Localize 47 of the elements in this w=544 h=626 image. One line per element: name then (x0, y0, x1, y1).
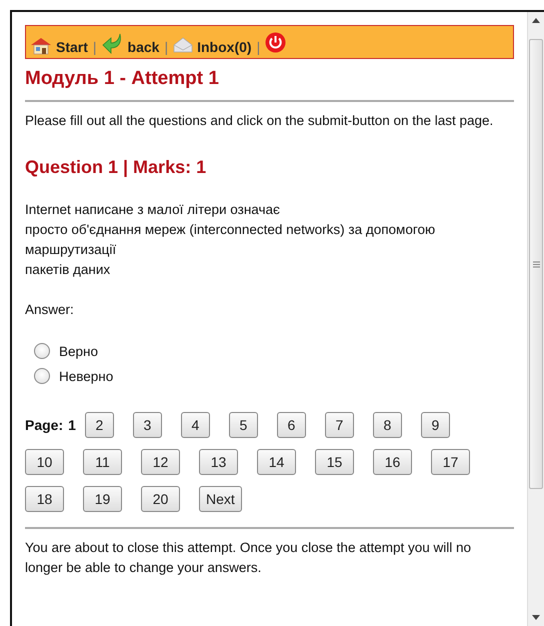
house-icon (30, 37, 52, 55)
page-button[interactable]: 20 (141, 486, 180, 512)
page-label: Page: (25, 417, 64, 433)
option-label: Неверно (59, 368, 114, 384)
nav-link[interactable]: Inbox(0) (173, 37, 252, 55)
answer-label: Answer: (25, 302, 75, 317)
scroll-down-icon[interactable] (532, 615, 540, 620)
page-button[interactable]: 19 (83, 486, 122, 512)
page-button[interactable]: 13 (199, 449, 238, 475)
page-button[interactable]: 14 (257, 449, 296, 475)
scrollbar[interactable] (527, 12, 544, 626)
instructions-text: Please fill out all the questions and click on the submit-button on the last page. (25, 112, 494, 130)
page-button[interactable]: 2 (84, 412, 114, 438)
page-button[interactable]: 11 (83, 449, 122, 475)
radio-button[interactable] (34, 368, 50, 384)
page-button[interactable]: 6 (276, 412, 306, 438)
next-button[interactable]: Next (199, 486, 242, 512)
page-button[interactable]: 17 (431, 449, 470, 475)
page-button[interactable]: 9 (420, 412, 450, 438)
scrollbar-thumb[interactable] (529, 39, 543, 489)
page-button[interactable]: 5 (228, 412, 258, 438)
page-button[interactable]: 18 (25, 486, 64, 512)
separator: | (164, 39, 168, 55)
separator: | (92, 39, 97, 55)
scroll-up-icon[interactable] (532, 18, 540, 23)
current-page: 1 (68, 417, 76, 433)
page-button[interactable]: 16 (373, 449, 412, 475)
page-button[interactable]: 3 (132, 412, 162, 438)
back-arrow-icon (102, 33, 124, 55)
page-button[interactable]: 7 (324, 412, 354, 438)
envelope-icon (173, 37, 194, 55)
power-icon[interactable] (265, 32, 286, 53)
option-label: Верно (59, 344, 98, 358)
page-button[interactable]: 12 (141, 449, 180, 475)
nav-link[interactable]: back (102, 33, 160, 55)
separator: | (256, 39, 260, 55)
page-title: Модуль 1 - Attempt 1 (25, 68, 220, 90)
question-text: пакетів даних (25, 261, 112, 279)
question-heading: Question 1 | Marks: 1 (25, 157, 208, 178)
page-button[interactable]: 4 (180, 412, 210, 438)
close-notice: You are about to close this attempt. Once you close the attempt you will no longer be able to change your answers. (25, 539, 472, 577)
page-button[interactable]: 15 (315, 449, 354, 475)
question-text: Internet написане з малої літери означає (25, 201, 281, 219)
page-button[interactable]: 10 (25, 449, 64, 475)
nav-link[interactable]: Start (30, 37, 88, 55)
radio-button[interactable] (34, 343, 50, 359)
page-button[interactable]: 8 (372, 412, 402, 438)
